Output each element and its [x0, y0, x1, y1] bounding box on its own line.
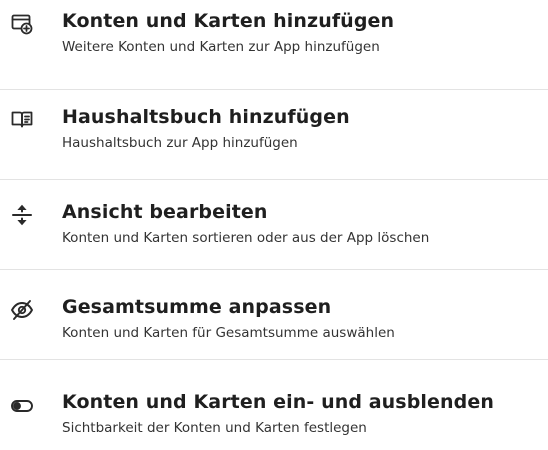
menu-item-adjust-total[interactable]: Gesamtsumme anpassen Konten und Karten f… — [0, 270, 548, 360]
reorder-arrows-icon — [10, 203, 34, 227]
add-card-icon — [10, 12, 34, 36]
menu-item-title: Gesamtsumme anpassen — [62, 296, 332, 318]
menu-item-text: Gesamtsumme anpassen Konten und Karten f… — [62, 295, 540, 342]
menu-item-subtitle: Weitere Konten und Karten zur App hinzuf… — [62, 39, 380, 55]
menu-item-add-accounts-cards[interactable]: Konten und Karten hinzufügen Weitere Kon… — [0, 0, 548, 90]
menu-item-text: Konten und Karten hinzufügen Weitere Kon… — [62, 9, 540, 56]
menu-item-subtitle: Konten und Karten sortieren oder aus der… — [62, 230, 430, 246]
menu-item-subtitle: Konten und Karten für Gesamtsumme auswäh… — [62, 325, 395, 341]
menu-item-title: Konten und Karten ein- und ausblenden — [62, 391, 494, 413]
menu-item-text: Haushaltsbuch hinzufügen Haushaltsbuch z… — [62, 105, 540, 152]
menu-item-edit-view[interactable]: Ansicht bearbeiten Konten und Karten sor… — [0, 180, 548, 270]
toggle-icon — [10, 394, 34, 418]
options-menu: Konten und Karten hinzufügen Weitere Kon… — [0, 0, 548, 450]
menu-item-text: Ansicht bearbeiten Konten und Karten sor… — [62, 200, 540, 247]
menu-item-subtitle: Sichtbarkeit der Konten und Karten festl… — [62, 420, 367, 436]
menu-item-add-household-book[interactable]: Haushaltsbuch hinzufügen Haushaltsbuch z… — [0, 90, 548, 180]
menu-item-text: Konten und Karten ein- und ausblenden Si… — [62, 390, 540, 437]
menu-item-subtitle: Haushaltsbuch zur App hinzufügen — [62, 135, 298, 151]
menu-item-show-hide-accounts[interactable]: Konten und Karten ein- und ausblenden Si… — [0, 360, 548, 450]
menu-item-title: Konten und Karten hinzufügen — [62, 10, 395, 32]
menu-item-title: Ansicht bearbeiten — [62, 201, 268, 223]
menu-item-title: Haushaltsbuch hinzufügen — [62, 106, 350, 128]
book-icon — [10, 107, 34, 131]
eye-off-icon — [10, 298, 34, 322]
